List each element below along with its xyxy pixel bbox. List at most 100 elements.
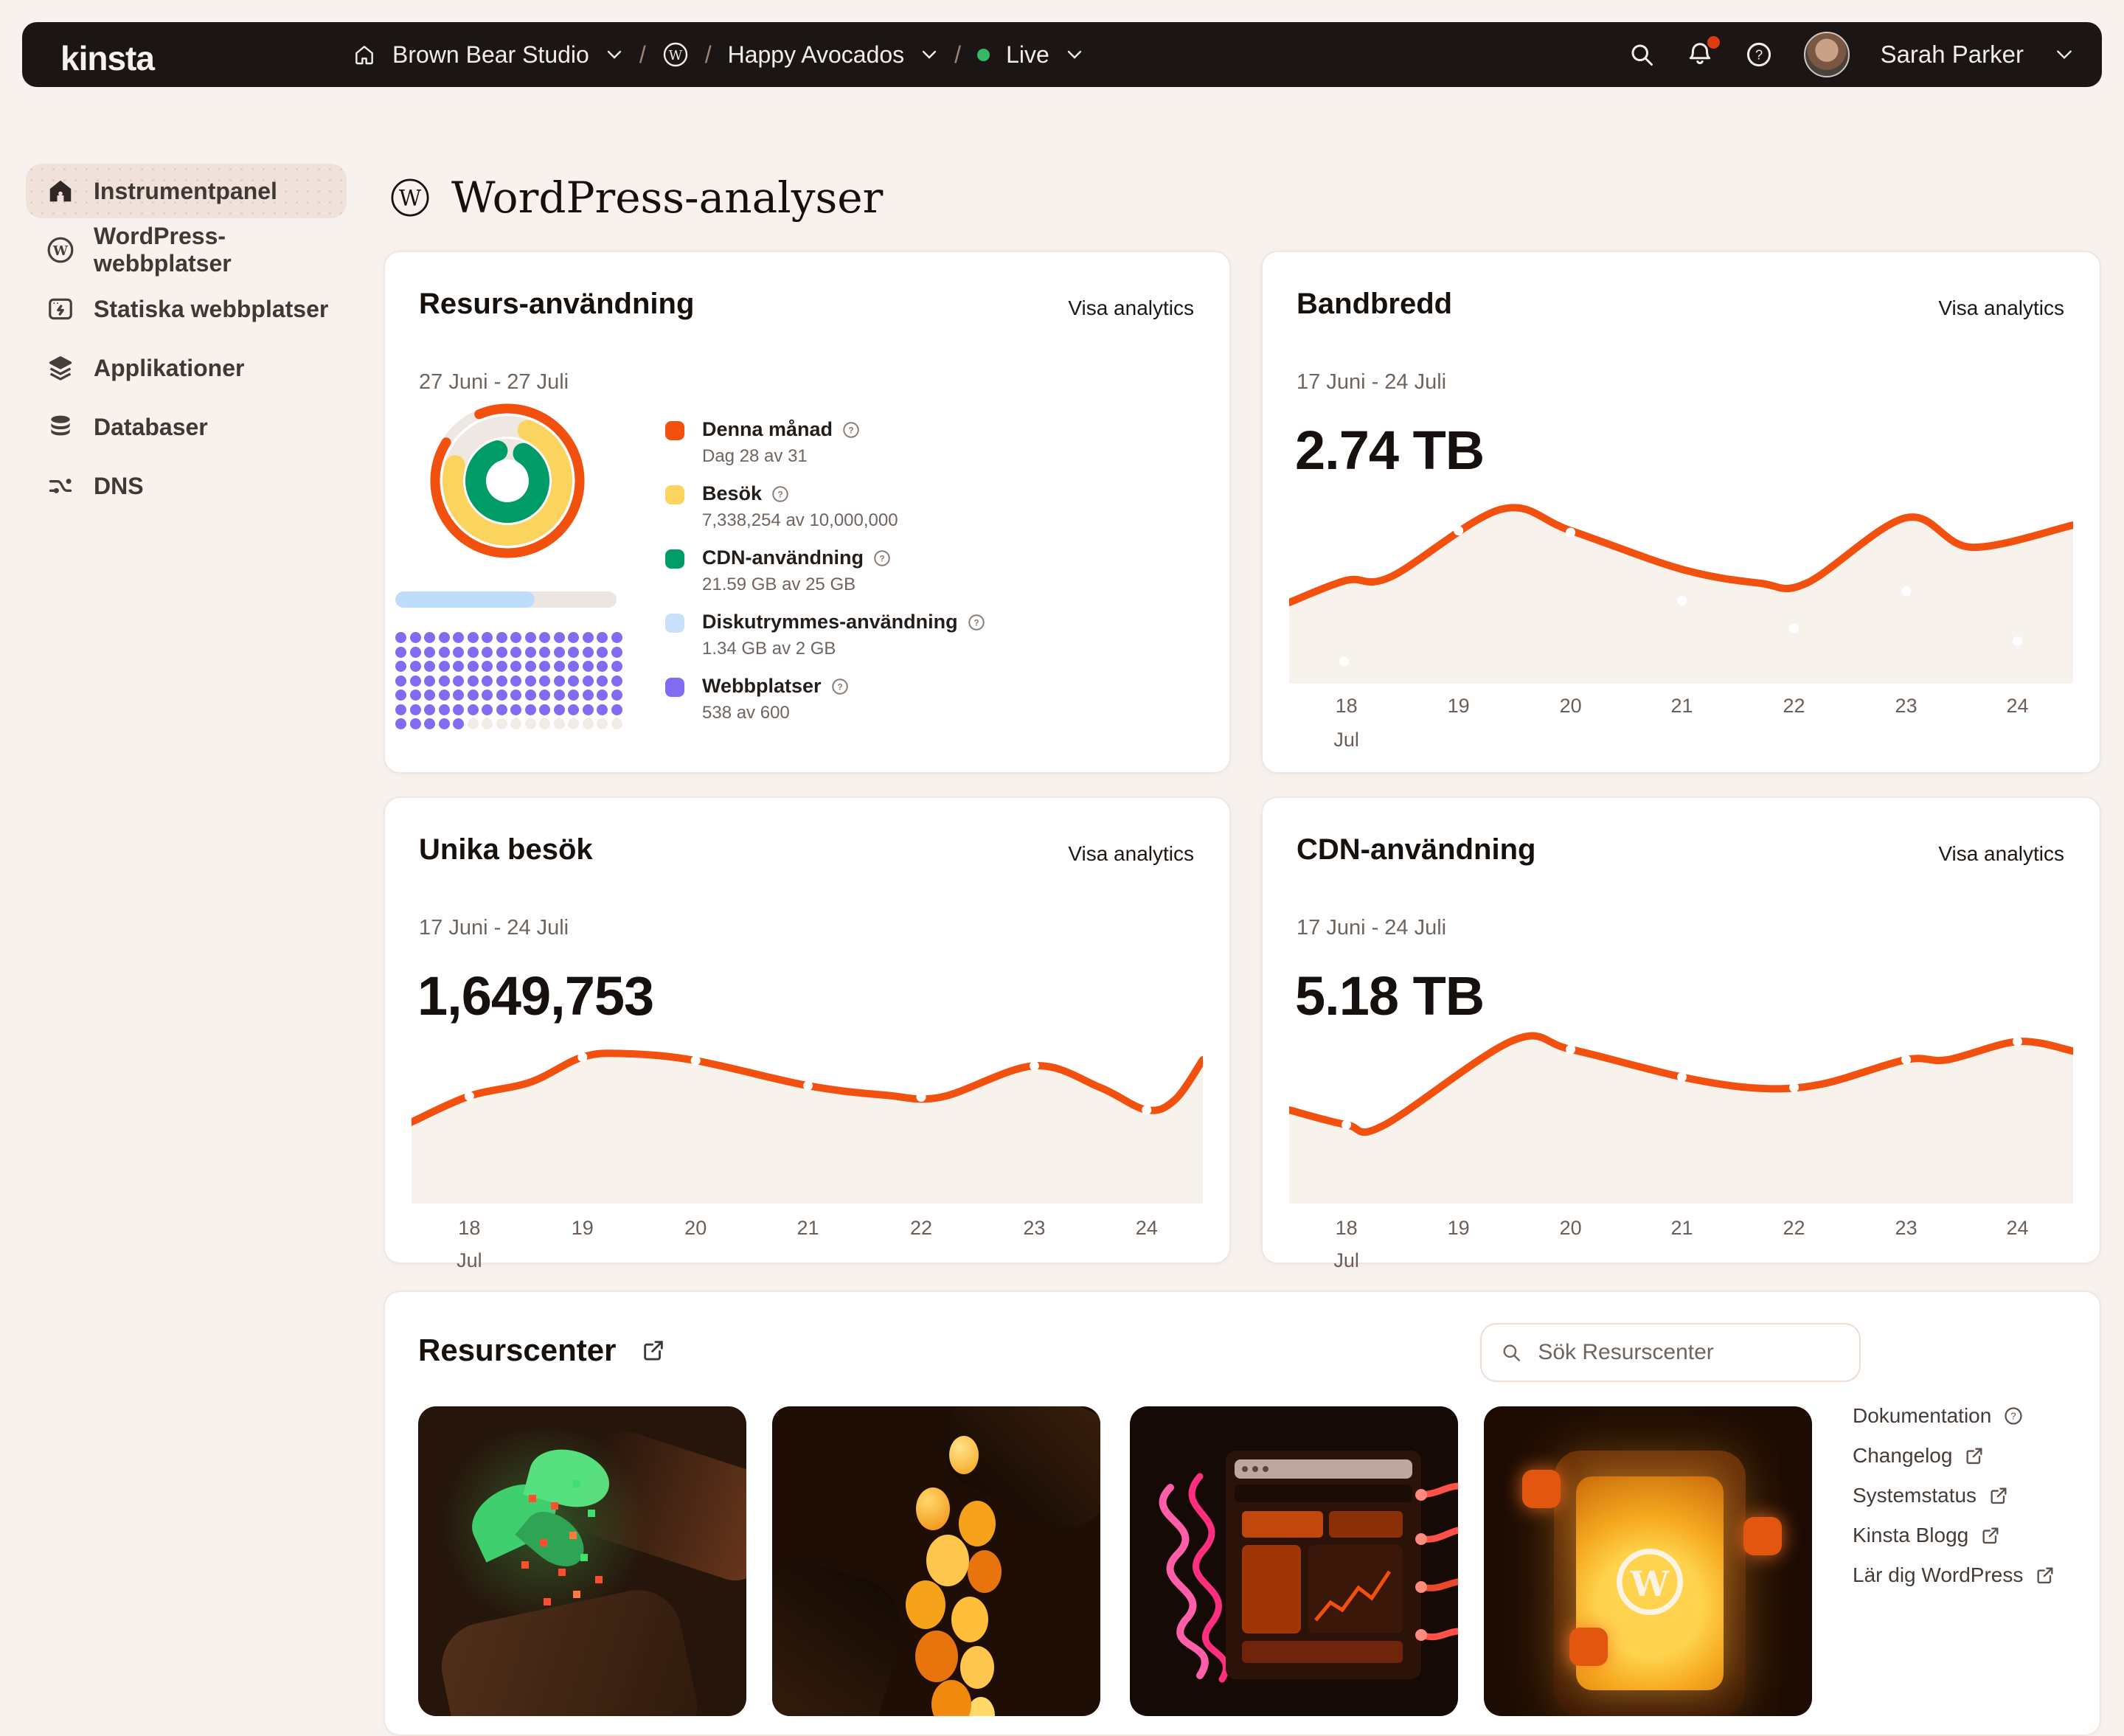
resource-thumbnail-wordpress-portal[interactable]: W [1484,1406,1812,1716]
link-lar-dig-wordpress[interactable]: Lär dig WordPress [1853,1562,2055,1588]
dot-filled [568,661,579,672]
dot-filled [525,690,536,701]
external-link-icon [1964,1445,1985,1466]
sidebar-item-applikationer[interactable]: Applikationer [26,341,347,395]
x-axis-tick-label: 19 [1429,695,1488,718]
link-changelog[interactable]: Changelog [1853,1442,2055,1468]
dot-filled [395,718,406,729]
dot-filled [496,632,507,643]
link-systemstatus[interactable]: Systemstatus [1853,1482,2055,1508]
x-axis-tick-label: 19 [1429,1217,1488,1240]
dot-empty [568,718,579,729]
dot-filled [468,676,479,687]
help-icon[interactable]: ? [841,420,861,440]
x-axis-tick-label: 22 [1765,695,1824,718]
legend-swatch [665,614,684,633]
help-icon: ? [2003,1406,2024,1426]
dot-filled [482,676,493,687]
data-point-marker [2013,636,2022,646]
legend-item: Webbplatser ? 538 av 600 [665,675,1196,723]
kinsta-logo[interactable]: kinsta [60,38,154,78]
unique-visits-total-value: 1,649,753 [417,965,653,1027]
data-point-marker [1901,1055,1911,1064]
resource-usage-donut-chart [426,400,589,562]
card-title: Resurs-användning [419,288,694,321]
date-range: 17 Juni - 24 Juli [419,916,569,940]
sidebar-item-dns[interactable]: DNS [26,459,347,513]
breadcrumb-site[interactable]: Happy Avocados [728,41,905,69]
help-icon[interactable]: ? [967,613,986,632]
svg-text:?: ? [777,489,782,499]
legend-value: Dag 28 av 31 [702,446,861,467]
dot-filled [539,661,550,672]
notifications-bell-icon[interactable] [1686,41,1714,69]
dot-filled [539,676,550,687]
link-label: Dokumentation [1853,1404,1991,1428]
dot-filled [439,704,450,715]
view-analytics-link[interactable]: Visa analytics [1938,296,2064,320]
data-point-marker [1454,1048,1463,1058]
search-icon[interactable] [1628,41,1655,68]
x-axis-tick-label: 23 [1004,1217,1063,1240]
chevron-down-icon[interactable] [2055,49,2074,60]
breadcrumb-company[interactable]: Brown Bear Studio [392,41,589,69]
sidebar-item-databaser[interactable]: Databaser [26,400,347,454]
bandwidth-line-chart [1289,499,2073,684]
dot-filled [482,632,493,643]
help-icon[interactable]: ? [1745,41,1773,69]
x-axis-labels: 18192021222324 [1289,695,2073,720]
data-point-marker [1677,1072,1687,1082]
sidebar-item-statiska-webbplatser[interactable]: Statiska webbplatser [26,282,347,336]
dot-filled [468,661,479,672]
resource-thumbnail-pouring-shapes[interactable] [772,1406,1100,1716]
dot-filled [583,647,594,658]
dot-filled [395,704,406,715]
art-shape [1569,1628,1608,1666]
x-axis-tick-label: 21 [1653,1217,1712,1240]
dot-filled [510,676,521,687]
help-icon[interactable]: ? [872,549,892,568]
home-icon[interactable] [353,43,376,66]
data-point-marker [1789,1083,1799,1092]
link-kinsta-blogg[interactable]: Kinsta Blogg [1853,1522,2055,1548]
dot-filled [583,676,594,687]
resource-thumbnail-dashboard-cables[interactable] [1130,1406,1458,1716]
unique-visits-card: Unika besök Visa analytics 17 Juni - 24 … [384,796,1231,1264]
dot-filled [525,632,536,643]
sidebar-item-instrumentpanel[interactable]: Instrumentpanel [26,164,347,218]
help-icon[interactable]: ? [771,485,790,504]
sidebar-item-wordpress-webbplatser[interactable]: W WordPress-webbplatser [26,223,347,277]
breadcrumb-environment[interactable]: Live [1006,41,1049,69]
x-axis-tick-label: 18 [1317,1217,1376,1240]
month-label: Jul [440,1249,499,1272]
dot-filled [597,704,608,715]
dot-filled [424,661,435,672]
dot-filled [468,704,479,715]
external-link-icon[interactable] [641,1338,666,1363]
chevron-down-icon[interactable] [605,49,623,60]
user-name[interactable]: Sarah Parker [1881,41,2024,69]
chevron-down-icon[interactable] [1066,49,1083,60]
data-point-marker [465,1091,474,1101]
link-dokumentation[interactable]: Dokumentation ? [1853,1403,2055,1428]
dot-filled [410,704,421,715]
wordpress-icon[interactable]: W [662,41,689,68]
view-analytics-link[interactable]: Visa analytics [1938,842,2064,866]
dot-filled [482,647,493,658]
view-analytics-link[interactable]: Visa analytics [1068,296,1194,320]
help-icon[interactable]: ? [830,677,850,696]
resource-center-links: Dokumentation ? Changelog Systemstatus K… [1853,1403,2055,1588]
chevron-down-icon[interactable] [920,49,938,60]
search-input[interactable] [1536,1339,1840,1366]
dot-filled [468,632,479,643]
card-title: Unika besök [419,833,593,867]
dot-filled [424,690,435,701]
resource-thumbnail-plant-growth[interactable] [418,1406,746,1716]
view-analytics-link[interactable]: Visa analytics [1068,842,1194,866]
dot-filled [395,690,406,701]
sidebar-item-label: Applikationer [94,355,244,382]
dot-filled [496,690,507,701]
art-shape [772,1552,914,1716]
external-link-icon [2035,1565,2055,1586]
user-avatar[interactable] [1804,32,1850,77]
